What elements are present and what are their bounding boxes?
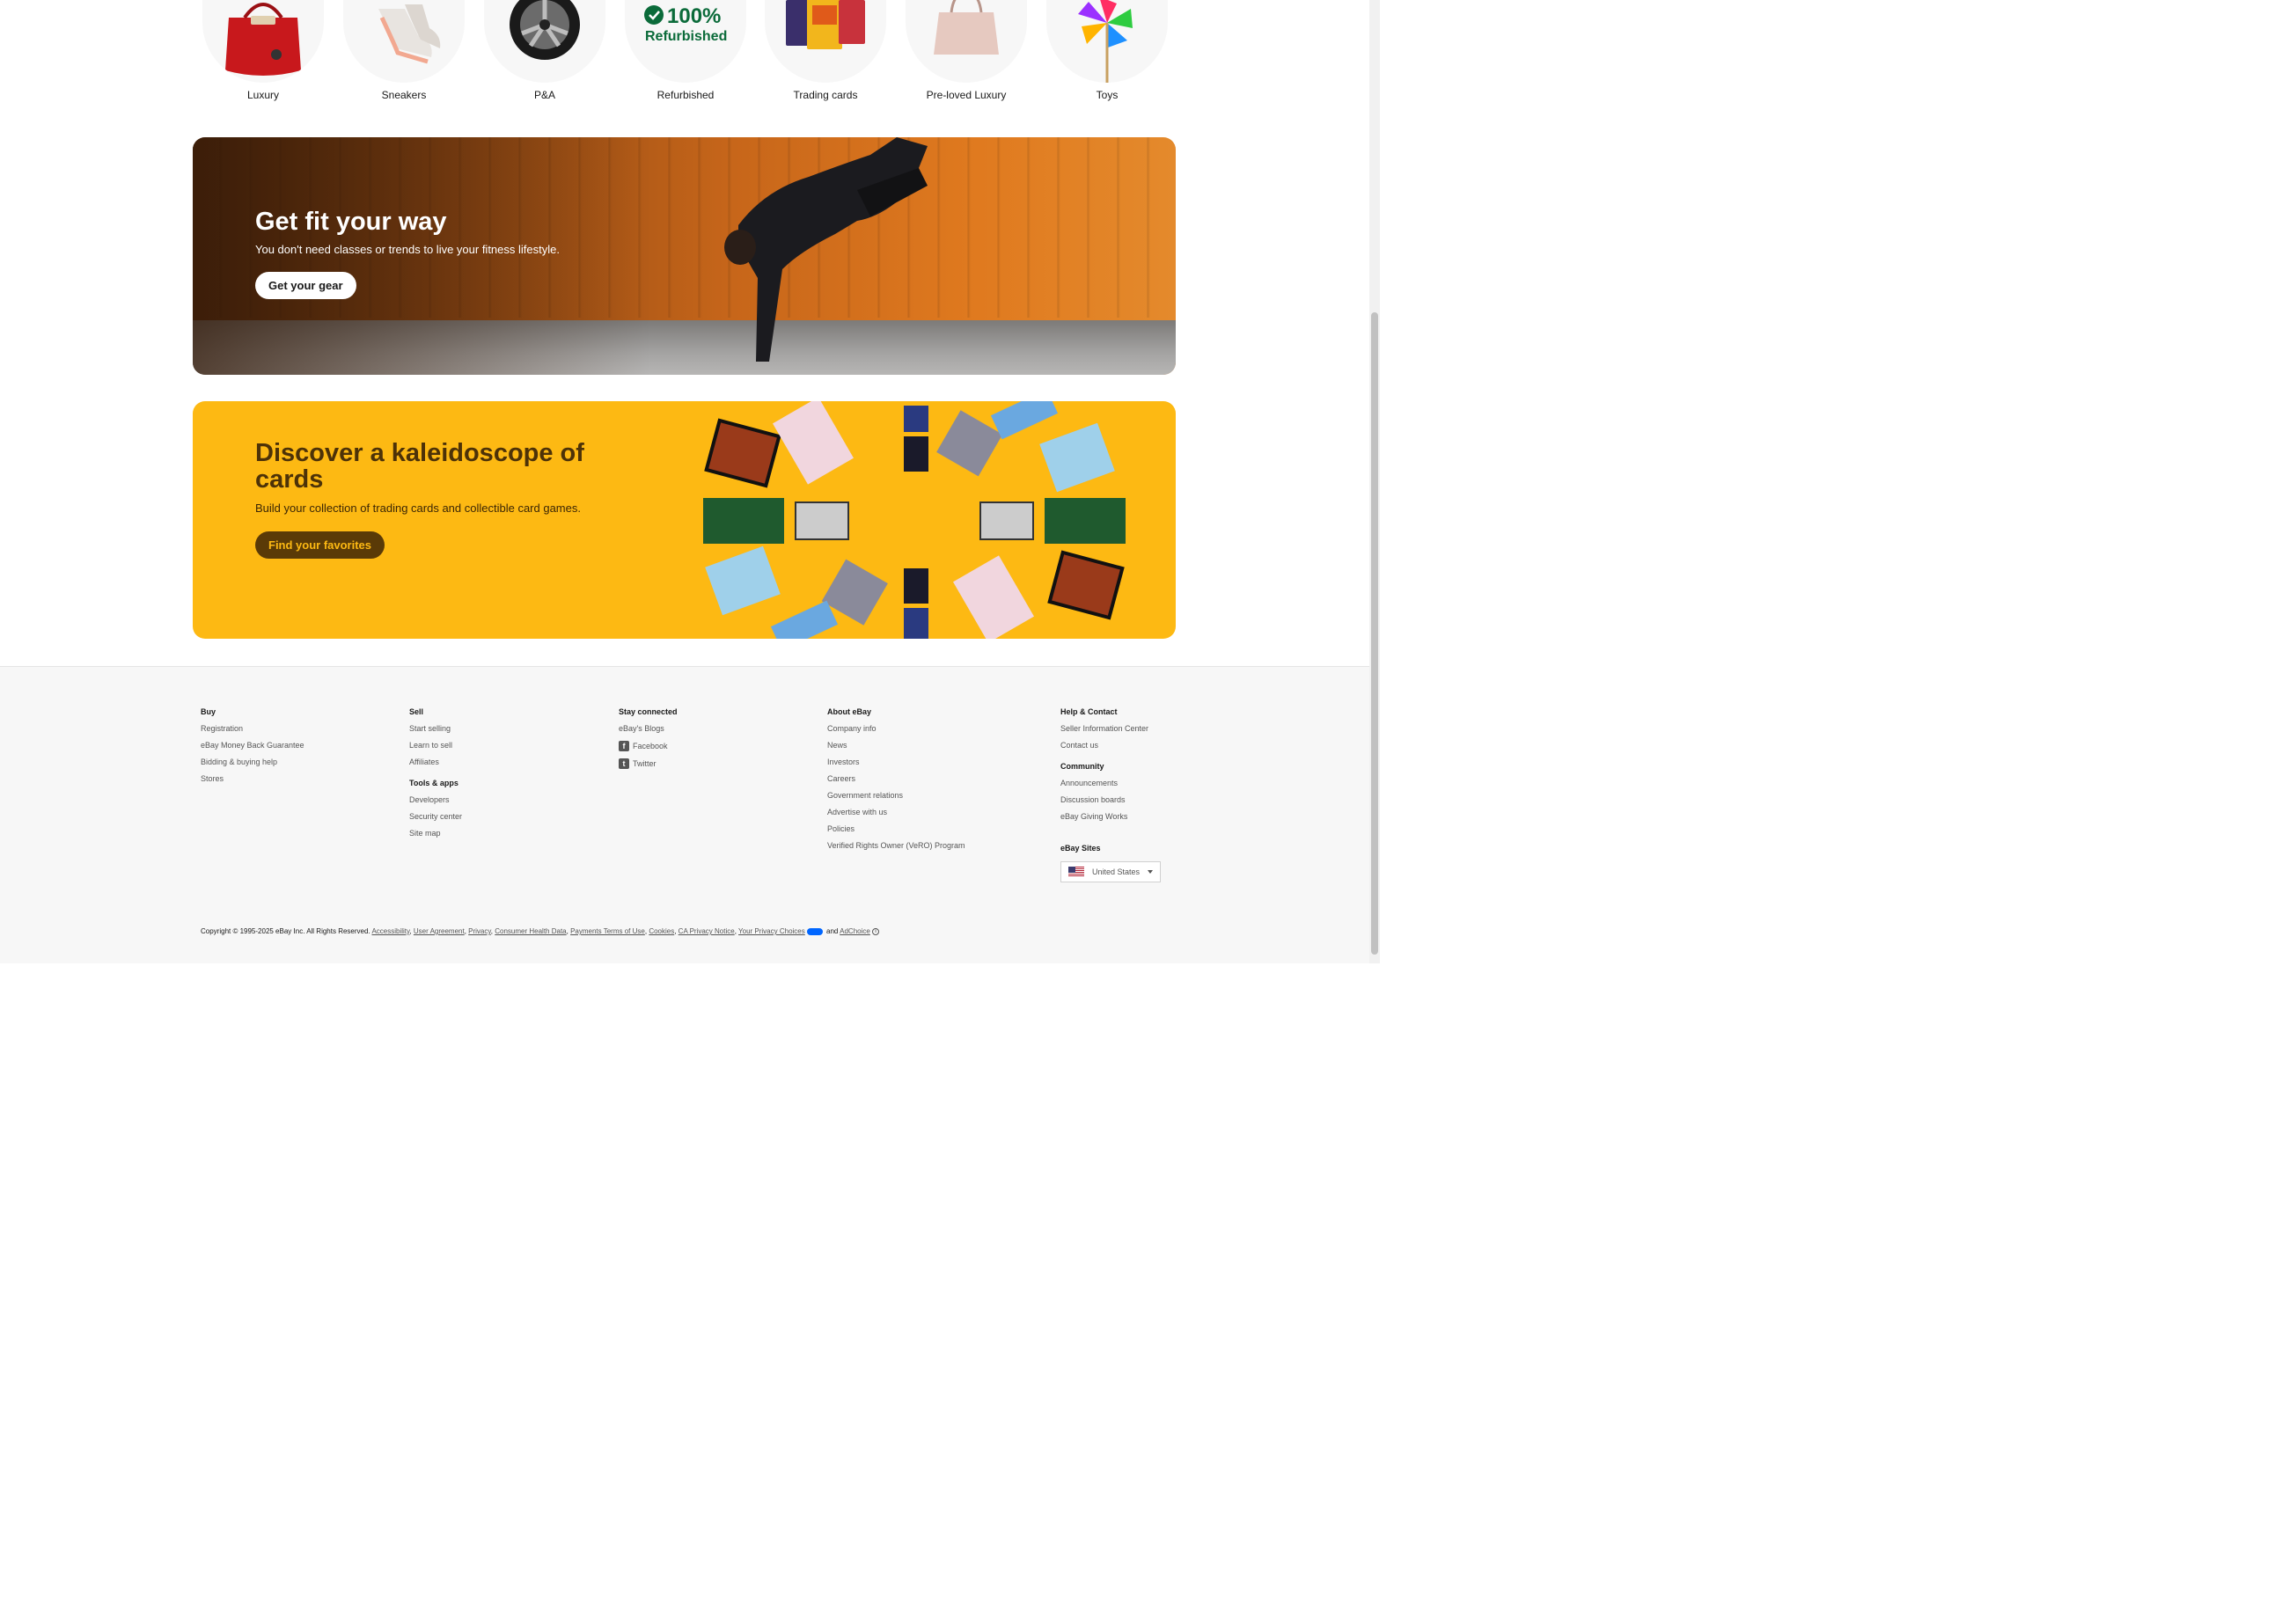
category-trading-cards[interactable]: Trading cards [764, 0, 887, 101]
banner-title: Get fit your way [255, 208, 447, 236]
selected-site: United States [1092, 867, 1141, 876]
footer-link[interactable]: Stores [201, 774, 304, 783]
chevron-down-icon [1148, 870, 1153, 874]
footer-col-sell: Sell Start selling Learn to sell Affilia… [409, 707, 462, 845]
category-luxury[interactable]: Luxury [202, 0, 325, 101]
vertical-scrollbar[interactable] [1369, 0, 1380, 963]
refurbished-badge-icon: 100% Refurbished [625, 0, 746, 83]
legal-link[interactable]: User Agreement [414, 927, 465, 935]
footer-heading: eBay Sites [1060, 844, 1101, 853]
category-label: Sneakers [381, 89, 427, 101]
cards-collage-image [703, 401, 1126, 639]
twitter-link[interactable]: t Twitter [619, 758, 678, 769]
banner-title: Discover a kaleidoscope of cards [255, 439, 584, 494]
footer-col-help: Help & Contact Seller Information Center… [1060, 707, 1161, 882]
fitness-banner[interactable]: Get fit your way You don't need classes … [193, 137, 1176, 375]
category-toys[interactable]: Toys [1045, 0, 1169, 101]
footer-link[interactable]: Developers [409, 795, 462, 804]
category-label: Pre-loved Luxury [926, 89, 1007, 101]
footer-heading: Help & Contact [1060, 707, 1118, 716]
category-label: Refurbished [657, 89, 715, 101]
footer-heading: Sell [409, 707, 424, 716]
wheel-icon [484, 0, 605, 83]
footer-link[interactable]: Contact us [1060, 741, 1161, 750]
facebook-icon: f [619, 741, 629, 751]
category-row: Luxury Sneakers P&A 100% Refurbished Ref… [193, 0, 1176, 114]
trading-cards-banner[interactable]: Discover a kaleidoscope of cards Build y… [193, 401, 1176, 639]
site-footer: Buy Registration eBay Money Back Guarant… [0, 666, 1369, 963]
twitter-label: Twitter [633, 759, 657, 768]
page: Luxury Sneakers P&A 100% Refurbished Ref… [0, 0, 1380, 963]
adchoice-link[interactable]: AdChoice [840, 927, 870, 935]
footer-link[interactable]: Discussion boards [1060, 795, 1161, 804]
banner-subtitle: Build your collection of trading cards a… [255, 501, 581, 515]
athlete-image [724, 137, 928, 362]
trading-cards-icon [765, 0, 886, 83]
footer-heading: Buy [201, 707, 216, 716]
tote-bag-icon [906, 0, 1027, 83]
legal-link[interactable]: Accessibility [371, 927, 409, 935]
footer-heading: Stay connected [619, 707, 678, 716]
footer-col-stay-connected: Stay connected eBay's Blogs f Facebook t… [619, 707, 678, 776]
privacy-choices-icon [806, 927, 823, 935]
footer-col-about: About eBay Company info News Investors C… [827, 707, 965, 858]
footer-link[interactable]: Advertise with us [827, 808, 965, 816]
footer-link[interactable]: News [827, 741, 965, 750]
scrollbar-thumb[interactable] [1371, 312, 1378, 955]
category-label: Trading cards [793, 89, 858, 101]
category-sneakers[interactable]: Sneakers [342, 0, 466, 101]
facebook-label: Facebook [633, 742, 668, 750]
category-label: Toys [1096, 89, 1119, 101]
category-preloved-luxury[interactable]: Pre-loved Luxury [905, 0, 1028, 101]
category-label: Luxury [246, 89, 280, 101]
footer-link[interactable]: eBay Giving Works [1060, 812, 1161, 821]
footer-heading: Community [1060, 762, 1104, 771]
pinwheel-icon [1046, 0, 1168, 83]
footer-link[interactable]: Announcements [1060, 779, 1161, 787]
category-refurbished[interactable]: 100% Refurbished Refurbished [624, 0, 747, 101]
footer-link[interactable]: Investors [827, 758, 965, 766]
footer-heading: Tools & apps [409, 779, 458, 787]
legal-link[interactable]: Payments Terms of Use [570, 927, 645, 935]
footer-link[interactable]: Affiliates [409, 758, 462, 766]
badge-percent: 100% [667, 4, 721, 28]
facebook-link[interactable]: f Facebook [619, 741, 678, 751]
info-icon: i [872, 927, 880, 935]
footer-link[interactable]: Start selling [409, 724, 462, 733]
ebay-sites-select[interactable]: United States [1060, 861, 1161, 882]
legal-link[interactable]: Cookies [649, 927, 674, 935]
category-pa[interactable]: P&A [483, 0, 606, 101]
badge-word: Refurbished [645, 29, 727, 44]
find-your-favorites-button[interactable]: Find your favorites [255, 531, 385, 559]
footer-link[interactable]: eBay Money Back Guarantee [201, 741, 304, 750]
banner-subtitle: You don't need classes or trends to live… [255, 243, 560, 256]
footer-heading: About eBay [827, 707, 872, 716]
footer-link[interactable]: Verified Rights Owner (VeRO) Program [827, 841, 965, 850]
us-flag-icon [1068, 867, 1084, 877]
handbag-icon [202, 0, 324, 83]
and-text: and [826, 927, 839, 935]
footer-link[interactable]: Careers [827, 774, 965, 783]
copyright-bar: Copyright © 1995-2025 eBay Inc. All Righ… [201, 927, 880, 935]
footer-link[interactable]: Learn to sell [409, 741, 462, 750]
sneaker-icon [343, 0, 465, 83]
footer-link[interactable]: Company info [827, 724, 965, 733]
legal-link[interactable]: CA Privacy Notice [679, 927, 735, 935]
legal-link[interactable]: Privacy [468, 927, 491, 935]
footer-link[interactable]: Government relations [827, 791, 965, 800]
footer-link[interactable]: Site map [409, 829, 462, 838]
footer-link[interactable]: Registration [201, 724, 304, 733]
copyright-text: Copyright © 1995-2025 eBay Inc. All Righ… [201, 927, 370, 935]
legal-link[interactable]: Your Privacy Choices [738, 927, 805, 935]
footer-link[interactable]: Seller Information Center [1060, 724, 1161, 733]
legal-link[interactable]: Consumer Health Data [495, 927, 566, 935]
footer-col-buy: Buy Registration eBay Money Back Guarant… [201, 707, 304, 791]
get-your-gear-button[interactable]: Get your gear [255, 272, 356, 299]
footer-link[interactable]: Bidding & buying help [201, 758, 304, 766]
footer-link[interactable]: eBay's Blogs [619, 724, 678, 733]
category-label: P&A [533, 89, 555, 101]
twitter-icon: t [619, 758, 629, 769]
footer-link[interactable]: Policies [827, 824, 965, 833]
footer-link[interactable]: Security center [409, 812, 462, 821]
